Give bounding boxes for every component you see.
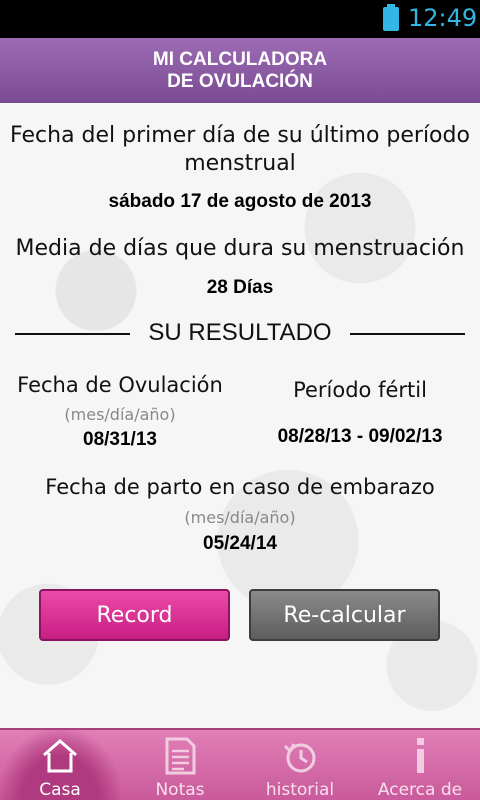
due-hint: (mes/día/año)	[184, 508, 296, 527]
ovulation-date-value: 08/31/13	[83, 429, 157, 450]
ovulation-hint: (mes/día/año)	[64, 405, 176, 424]
tab-notes[interactable]: Notas	[120, 730, 240, 800]
tab-history[interactable]: historial	[240, 730, 360, 800]
tab-notes-label: Notas	[155, 780, 205, 800]
tab-history-label: historial	[265, 780, 335, 800]
main-content: Fecha del primer día de su último períod…	[0, 103, 480, 728]
battery-icon	[383, 4, 399, 31]
due-date-value: 05/24/14	[203, 533, 277, 554]
header-title-line2: DE OVULACIÓN	[167, 71, 313, 92]
recalculate-button[interactable]: Re-calcular	[249, 589, 440, 641]
tab-home[interactable]: Casa	[0, 730, 120, 800]
result-divider-right	[350, 333, 465, 335]
due-label: Fecha de parto en caso de embarazo	[45, 475, 435, 499]
header-title-line1: MI CALCULADORA	[152, 49, 328, 70]
history-icon	[240, 736, 360, 776]
tab-home-label: Casa	[39, 780, 81, 800]
info-icon	[360, 736, 480, 776]
period-label-line2: menstrual	[184, 151, 296, 176]
status-bar: 12:49	[0, 0, 480, 38]
cycle-label: Media de días que dura su menstruación	[15, 236, 465, 261]
app-header: MI CALCULADORA DE OVULACIÓN	[0, 38, 480, 103]
ovulation-label: Fecha de Ovulación	[17, 373, 223, 397]
notes-icon	[120, 736, 240, 776]
period-date-value[interactable]: sábado 17 de agosto de 2013	[0, 191, 480, 213]
fertile-label: Período fértil	[293, 378, 427, 402]
fertile-range-value: 08/28/13 - 09/02/13	[277, 426, 443, 447]
record-button[interactable]: Record	[39, 589, 230, 641]
home-icon	[0, 736, 120, 776]
tab-about[interactable]: Acerca de	[360, 730, 480, 800]
status-time: 12:49	[408, 4, 478, 32]
tab-about-label: Acerca de	[377, 780, 463, 800]
cycle-days-value[interactable]: 28 Días	[0, 277, 480, 299]
bottom-tab-bar: Casa Notas historial Acerca de	[0, 728, 480, 800]
period-label-line1: Fecha del primer día de su último períod…	[10, 123, 470, 148]
